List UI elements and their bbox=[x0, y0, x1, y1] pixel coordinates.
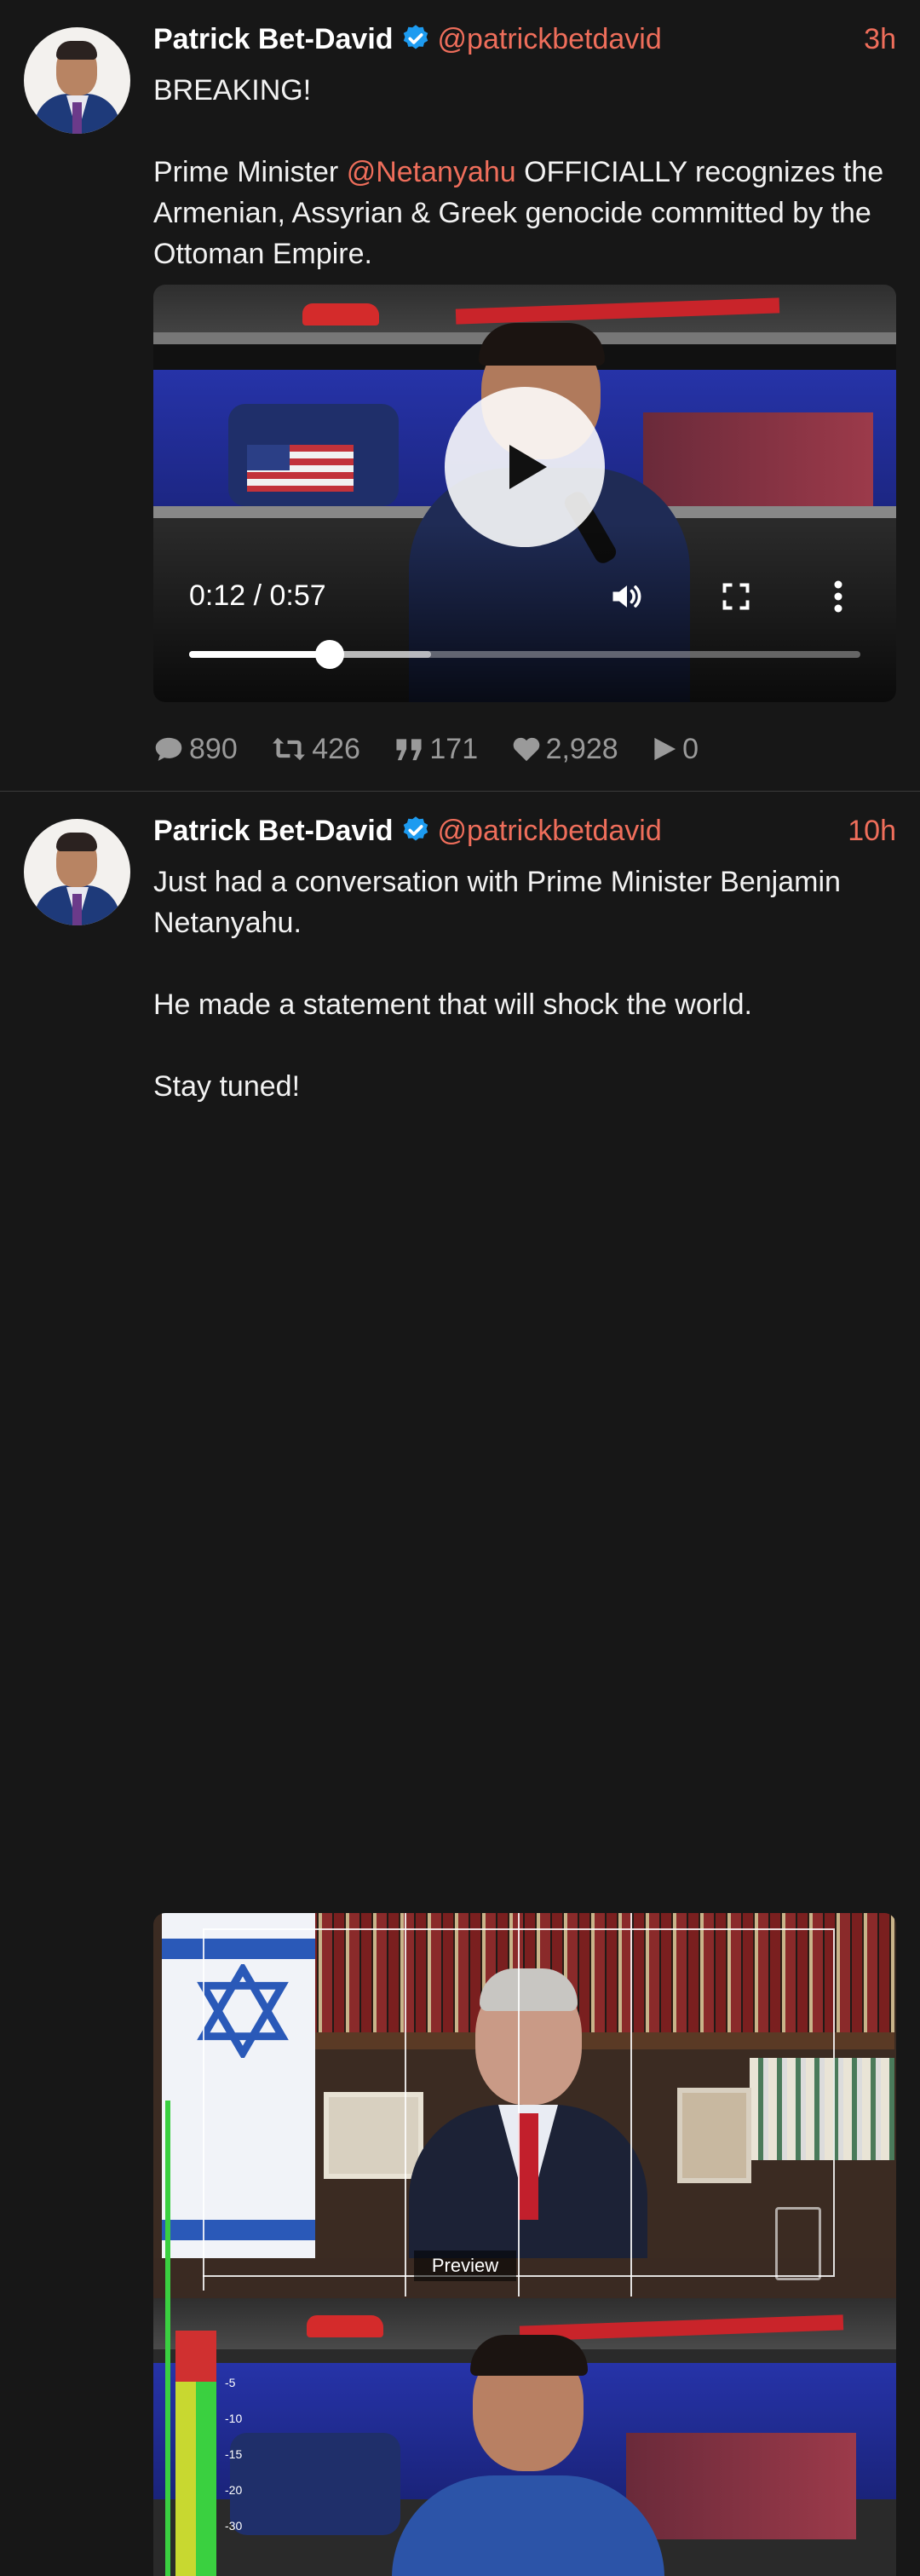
meter-label: -10 bbox=[225, 2412, 243, 2425]
comment-icon bbox=[155, 737, 182, 761]
avatar[interactable] bbox=[24, 819, 130, 925]
post-text-line: Prime Minister @Netanyahu OFFICIALLY rec… bbox=[153, 152, 903, 274]
author-handle[interactable]: @patrickbetdavid bbox=[438, 23, 662, 55]
reply-button[interactable]: 890 bbox=[153, 728, 238, 770]
post-text-line: He made a statement that will shock the … bbox=[153, 988, 752, 1021]
video-played bbox=[189, 651, 331, 658]
audio-meter-labels: -5 -10 -15 -20 -30 bbox=[225, 2365, 242, 2544]
fullscreen-icon[interactable] bbox=[721, 581, 751, 612]
flag-graphic bbox=[162, 1913, 315, 2288]
repost-button[interactable]: 426 bbox=[271, 728, 360, 770]
more-vertical-icon[interactable] bbox=[833, 579, 843, 614]
verified-badge-icon bbox=[403, 816, 428, 841]
post-image[interactable]: Preview -5 -10 -15 -20 -30 bbox=[153, 1913, 896, 2576]
text-prefix: Prime Minister bbox=[153, 156, 347, 188]
repost-icon bbox=[273, 737, 306, 761]
post-header: Patrick Bet-David @patrickbetdavid 3h bbox=[153, 19, 896, 60]
like-button[interactable]: 2,928 bbox=[512, 728, 618, 770]
post-text-line: Just had a conversation with Prime Minis… bbox=[153, 866, 841, 939]
meter-label: -15 bbox=[225, 2447, 243, 2461]
post[interactable]: Patrick Bet-David @patrickbetdavid 10h Ju… bbox=[0, 792, 920, 2576]
post-time[interactable]: 10h bbox=[848, 810, 896, 851]
post-text: Just had a conversation with Prime Minis… bbox=[153, 862, 903, 1107]
meter-label: -20 bbox=[225, 2483, 243, 2497]
preview-label: Preview bbox=[414, 2250, 516, 2281]
meter-label: -5 bbox=[225, 2376, 236, 2389]
post-stats: 890 426 171 2,928 0 bbox=[153, 728, 724, 770]
quote-icon bbox=[396, 739, 422, 761]
author-handle[interactable]: @patrickbetdavid bbox=[438, 815, 662, 847]
mention-link[interactable]: @Netanyahu bbox=[347, 156, 516, 188]
play-count-icon bbox=[654, 737, 676, 761]
heart-icon bbox=[513, 737, 539, 762]
volume-icon[interactable] bbox=[608, 578, 646, 615]
verified-badge-icon bbox=[403, 25, 428, 49]
post-header: Patrick Bet-David @patrickbetdavid 10h bbox=[153, 810, 896, 851]
author-name[interactable]: Patrick Bet-David bbox=[153, 23, 394, 55]
avatar[interactable] bbox=[24, 27, 130, 134]
post-text-line: Stay tuned! bbox=[153, 1070, 301, 1103]
reply-count: 890 bbox=[189, 733, 238, 765]
post-time[interactable]: 3h bbox=[864, 19, 896, 60]
play-button[interactable] bbox=[445, 387, 605, 547]
post-text-line: BREAKING! bbox=[153, 74, 312, 107]
quote-count: 171 bbox=[429, 733, 479, 765]
post[interactable]: Patrick Bet-David @patrickbetdavid 3h BRE… bbox=[0, 0, 920, 792]
author-name[interactable]: Patrick Bet-David bbox=[153, 815, 394, 847]
repost-count: 426 bbox=[312, 733, 360, 765]
quote-button[interactable]: 171 bbox=[394, 728, 478, 770]
meter-label: -30 bbox=[225, 2519, 243, 2533]
view-count: 0 bbox=[682, 733, 699, 765]
views-button[interactable]: 0 bbox=[652, 728, 699, 770]
play-icon bbox=[509, 445, 547, 489]
video-time: 0:12 / 0:57 bbox=[189, 579, 326, 612]
video-progress-bar[interactable] bbox=[189, 640, 860, 669]
like-count: 2,928 bbox=[545, 733, 618, 765]
post-text: BREAKING! Prime Minister @Netanyahu OFFI… bbox=[153, 70, 903, 274]
video-player[interactable]: 0:12 / 0:57 bbox=[153, 285, 896, 702]
star-of-david-icon bbox=[197, 1964, 289, 2058]
